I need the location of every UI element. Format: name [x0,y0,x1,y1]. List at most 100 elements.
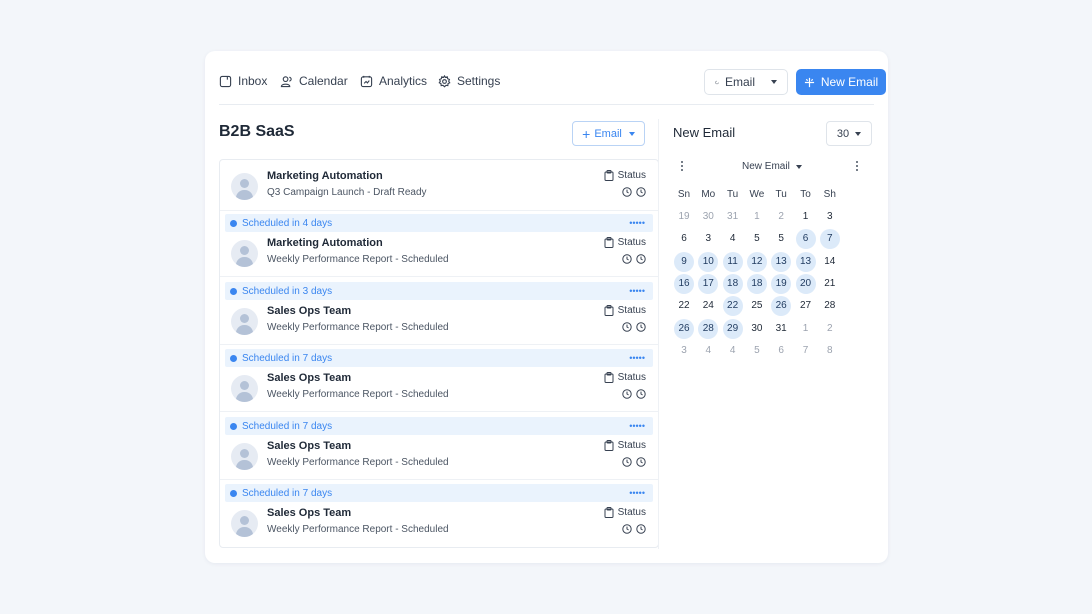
calendar-day[interactable]: 13 [771,251,792,272]
calendar-day[interactable]: 12 [746,251,767,272]
row-title: Sales Ops Team [267,440,352,452]
calendar-day[interactable]: 5 [747,341,767,361]
calendar-day[interactable]: 5 [771,229,791,249]
calendar-day[interactable]: 2 [820,319,840,339]
status[interactable]: Status [604,507,646,518]
weekday-label: Sn [677,189,691,200]
calendar-day[interactable]: 31 [771,319,791,339]
vertical-divider [658,119,659,549]
add-email-button[interactable]: + Email [572,121,645,146]
calendar-day[interactable]: 16 [674,273,694,294]
clock-icon[interactable] [622,187,632,197]
calendar-header: New Email [673,158,873,178]
calendar-day[interactable]: 6 [674,229,694,249]
clock-icon[interactable] [636,457,646,467]
calendar-day[interactable]: 6 [795,229,816,250]
new-email-button[interactable]: New Email [796,69,886,95]
calendar-day[interactable]: 2 [771,207,791,227]
clock-icon[interactable] [622,322,632,332]
more-vertical-icon[interactable] [679,161,685,175]
calendar-day[interactable]: 30 [747,319,767,339]
calendar-day[interactable]: 19 [674,207,694,227]
calendar-day[interactable]: 1 [796,207,816,227]
calendar-day[interactable]: 25 [747,296,767,316]
status-label: Status [617,507,646,518]
calendar-day[interactable]: 4 [698,341,718,361]
nav-settings-label: Settings [457,74,501,88]
users-icon [280,75,292,87]
email-list: Marketing Automation Q3 Campaign Launch … [219,159,659,548]
calendar-day[interactable]: 4 [723,229,743,249]
calendar-day[interactable]: 3 [674,341,694,361]
calendar-day[interactable]: 5 [747,229,767,249]
more-icon[interactable]: ••••• [629,421,645,431]
clock-icon[interactable] [622,254,632,264]
calendar-day[interactable]: 14 [820,252,840,272]
clock-icon[interactable] [636,389,646,399]
clock-icon[interactable] [636,187,646,197]
scheduled-dot-icon [230,219,237,227]
list-item[interactable]: Sales Ops Team Weekly Performance Report… [220,363,658,412]
calendar-day[interactable]: 26 [771,296,792,317]
calendar-day[interactable]: 22 [722,296,743,317]
calendar-day[interactable]: 20 [795,273,816,294]
calendar-day[interactable]: 27 [796,296,816,316]
calendar-day[interactable]: 24 [698,296,718,316]
calendar-day[interactable]: 18 [722,273,743,294]
calendar-day[interactable]: 8 [820,341,840,361]
list-item[interactable]: Marketing Automation Weekly Performance … [220,228,658,277]
calendar-day[interactable]: 3 [698,229,718,249]
email-dropdown[interactable]: Email [704,69,788,95]
calendar-day[interactable]: 1 [796,319,816,339]
calendar-size-select[interactable]: 30 [826,121,872,146]
calendar-day[interactable]: 29 [722,318,743,339]
calendar-day[interactable]: 21 [820,274,840,294]
status[interactable]: Status [604,237,646,248]
more-vertical-icon[interactable] [854,161,860,175]
list-item[interactable]: Marketing Automation Q3 Campaign Launch … [220,161,658,211]
status[interactable]: Status [604,305,646,316]
calendar-day[interactable]: 3 [820,207,840,227]
calendar-day[interactable]: 28 [820,296,840,316]
clock-icon[interactable] [636,524,646,534]
scheduled-label: Scheduled in 3 days [242,285,333,297]
nav-calendar[interactable]: Calendar [280,74,348,88]
calendar-day[interactable]: 19 [771,273,792,294]
list-item[interactable]: Sales Ops Team Weekly Performance Report… [220,431,658,480]
more-icon[interactable]: ••••• [629,353,645,363]
status[interactable]: Status [604,440,646,451]
calendar-day[interactable]: 11 [722,251,743,272]
calendar-day[interactable]: 28 [698,318,719,339]
clock-icon[interactable] [622,457,632,467]
clock-icon[interactable] [622,524,632,534]
calendar-day[interactable]: 6 [771,341,791,361]
clock-icon[interactable] [622,389,632,399]
calendar-day[interactable]: 30 [698,207,718,227]
calendar-day[interactable]: 18 [746,273,767,294]
calendar-day[interactable]: 9 [674,251,694,272]
list-item[interactable]: Sales Ops Team Weekly Performance Report… [220,498,658,547]
calendar-day[interactable]: 26 [674,318,694,339]
month-select[interactable]: New Email [742,161,802,172]
clock-icon[interactable] [636,322,646,332]
clock-icon[interactable] [636,254,646,264]
calendar-day[interactable]: 10 [698,251,719,272]
status[interactable]: Status [604,372,646,383]
calendar-day[interactable]: 7 [796,341,816,361]
calendar-day[interactable]: 22 [674,296,694,316]
calendar-day[interactable]: 1 [747,207,767,227]
calendar-day[interactable]: 31 [723,207,743,227]
more-icon[interactable]: ••••• [629,286,645,296]
calendar-day[interactable]: 17 [698,273,719,294]
row-subtitle: Weekly Performance Report - Scheduled [267,322,449,333]
calendar-day[interactable]: 4 [723,341,743,361]
calendar-day[interactable]: 7 [819,229,840,250]
list-item[interactable]: Sales Ops Team Weekly Performance Report… [220,296,658,345]
more-icon[interactable]: ••••• [629,218,645,228]
calendar-day[interactable]: 13 [795,251,816,272]
nav-inbox[interactable]: Inbox [219,74,267,88]
nav-settings[interactable]: Settings [438,74,500,88]
nav-analytics[interactable]: Analytics [360,74,427,88]
status[interactable]: Status [604,170,646,181]
more-icon[interactable]: ••••• [629,488,645,498]
